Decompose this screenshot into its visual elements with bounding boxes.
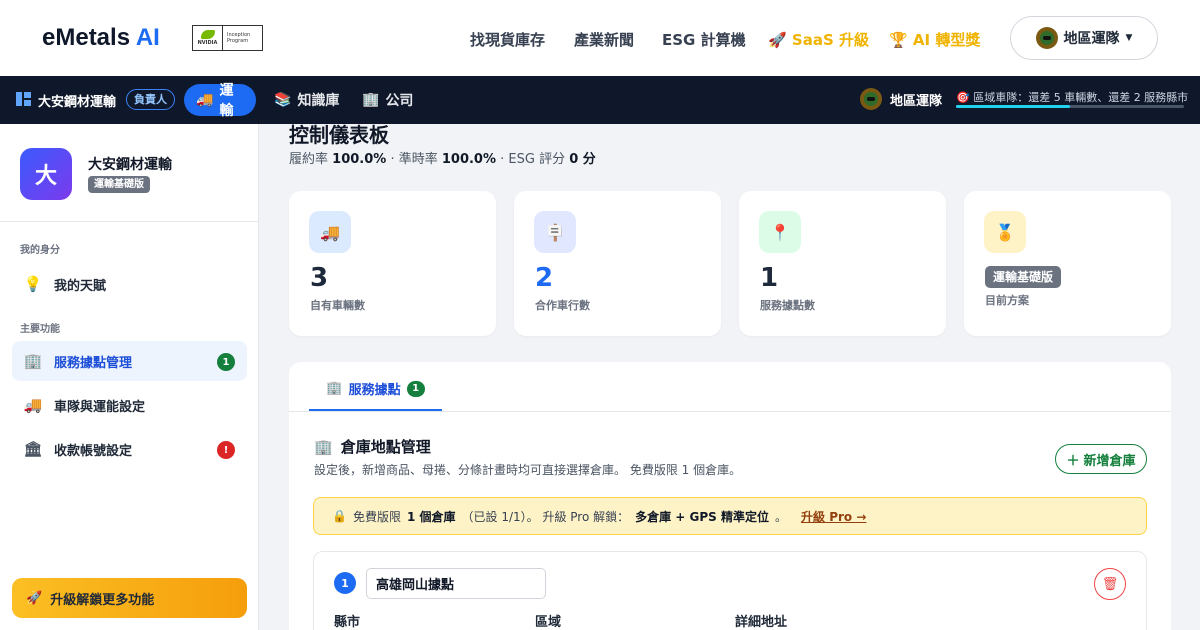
bank-icon: 🏛: [23, 440, 43, 458]
count-badge: 1: [217, 353, 235, 371]
free-plan-notice: 🔒 免費版限 1 個倉庫 （已設 1/1）。 升級 Pro 解鎖： 多倉庫 + GPS…: [313, 497, 1147, 535]
page-title: 控制儀表板: [289, 123, 389, 147]
rocket-icon: 🚀: [26, 590, 43, 606]
tab-count-badge: 1: [406, 380, 425, 397]
plus-icon: ＋: [1066, 453, 1080, 469]
owl-emblem-icon: [860, 88, 882, 110]
stat-label: 合作車行數: [535, 299, 590, 312]
truck-icon: 🚚: [23, 396, 43, 414]
rocket-icon: 🚀: [768, 31, 787, 49]
trophy-icon: 🏆: [889, 31, 908, 49]
building-icon: 🏢: [314, 437, 333, 456]
building-check-icon: 🏢: [326, 381, 343, 396]
award-icon: 🏅: [984, 211, 1026, 253]
workspace-company: 大安鋼材運輸: [38, 95, 117, 110]
plan-badge: 運輸基礎版: [985, 266, 1062, 288]
region-status-text: 🎯 區域車隊：還差 5 車輛數、還差 2 服務縣市: [956, 91, 1189, 104]
signpost-icon: 🪧: [534, 211, 576, 253]
service-point-name-input[interactable]: [366, 568, 546, 599]
tab-divider: [289, 411, 1171, 412]
truck-icon: 🚚: [196, 92, 214, 108]
sidebar-divider: [0, 221, 259, 222]
nav-ai-award[interactable]: 🏆 AI 轉型獎: [889, 29, 980, 50]
sidebar-item-talent[interactable]: 💡 我的天賦: [12, 264, 247, 304]
service-point-number: 1: [334, 572, 356, 594]
tab-company[interactable]: 🏢 公司: [350, 84, 425, 116]
lightbulb-icon: 💡: [23, 275, 43, 293]
nav-find-stock[interactable]: 找現貨庫存: [470, 29, 545, 50]
nvidia-inception-badge: NVIDIA Inception Program: [192, 25, 263, 51]
stat-card-current-plan: 🏅 運輸基礎版 目前方案: [964, 191, 1171, 336]
tab-transport[interactable]: 🚚 運輸: [184, 83, 256, 119]
company-avatar: 大: [20, 148, 72, 200]
trash-icon: 🗑: [1101, 576, 1119, 592]
section-main-features: 主要功能: [20, 324, 60, 335]
nav-esg-calculator[interactable]: ESG 計算機: [662, 29, 746, 50]
sidebar-item-fleet-settings[interactable]: 🚚 車隊與運能設定: [12, 385, 247, 425]
nvidia-eye-icon: [200, 29, 215, 39]
owl-emblem-icon: [1035, 27, 1058, 49]
building-check-icon: 🏢: [23, 352, 43, 370]
sidebar-company-name: 大安鋼材運輸: [88, 157, 172, 173]
stat-value: 3: [310, 263, 329, 293]
upgrade-unlock-button[interactable]: 🚀 升級解鎖更多功能: [12, 578, 247, 618]
sidebar-item-service-points[interactable]: 🏢 服務據點管理 1: [12, 341, 247, 381]
delete-service-point-button[interactable]: 🗑: [1094, 568, 1126, 600]
section-identity: 我的身分: [20, 245, 60, 256]
stat-value: 1: [760, 263, 779, 293]
sidebar-plan-badge: 運輸基礎版: [88, 176, 150, 193]
upgrade-pro-link[interactable]: 升級 Pro →: [801, 508, 866, 525]
books-icon: 📚: [274, 92, 292, 108]
region-progress-fill: [956, 105, 1070, 108]
address-label: 詳細地址: [735, 615, 788, 630]
district-label: 區域: [535, 615, 562, 630]
kpi-summary: 履約率 100.0% · 準時率 100.0% · ESG 評分 0 分: [289, 152, 596, 167]
sidebar-item-payment-account[interactable]: 🏛 收款帳號設定 !: [12, 429, 247, 469]
region-fleet-dropdown[interactable]: 地區運隊 ▼: [1010, 16, 1158, 60]
warehouse-description: 設定後，新增商品、母捲、分條計畫時均可直接選擇倉庫。 免費版限 1 個倉庫。: [314, 463, 742, 477]
lock-icon: 🔒: [332, 509, 347, 523]
warehouse-section-title: 🏢 倉庫地點管理: [314, 437, 431, 457]
stat-card-own-vehicles: 🚚 3 自有車輛數: [289, 191, 496, 336]
building-icon: 🏢: [362, 92, 380, 108]
stat-card-partner-fleets: 🪧 2 合作車行數: [514, 191, 721, 336]
stat-label: 目前方案: [985, 294, 1029, 307]
region-progress-bar: [956, 105, 1184, 108]
dashboard-grid-icon: [16, 92, 31, 106]
stat-label: 服務據點數: [760, 299, 815, 312]
nav-saas-upgrade[interactable]: 🚀 SaaS 升級: [768, 29, 869, 50]
caret-down-icon: ▼: [1125, 33, 1133, 43]
stat-label: 自有車輛數: [310, 299, 365, 312]
add-warehouse-button[interactable]: ＋新增倉庫: [1055, 444, 1147, 474]
county-label: 縣市: [334, 615, 361, 630]
nav-industry-news[interactable]: 產業新聞: [574, 29, 634, 50]
truck-icon: 🚚: [309, 211, 351, 253]
location-pin-icon: 📍: [759, 211, 801, 253]
alert-badge: !: [217, 441, 235, 459]
target-icon: 🎯: [956, 91, 970, 104]
stat-value: 2: [535, 263, 554, 293]
tab-knowledge-base[interactable]: 📚 知識庫: [262, 84, 351, 116]
stat-card-service-points: 📍 1 服務據點數: [739, 191, 946, 336]
role-badge: 負責人: [126, 89, 175, 110]
tab-service-points[interactable]: 🏢 服務據點 1: [309, 368, 442, 411]
brand-logo[interactable]: eMetals AI: [42, 24, 160, 52]
region-fleet-label[interactable]: 地區運隊: [860, 88, 942, 110]
